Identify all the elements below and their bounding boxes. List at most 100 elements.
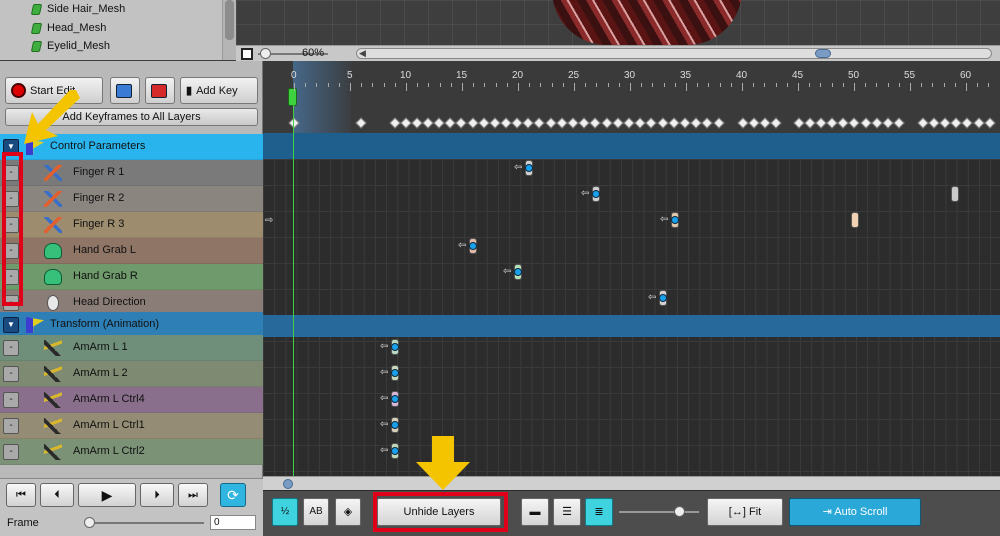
summary-keyframe[interactable] — [545, 117, 557, 129]
add-key-button[interactable]: ▮ Add Key — [180, 77, 258, 104]
summary-keyframe[interactable] — [759, 117, 771, 129]
last-frame-button[interactable]: ⏭ — [178, 483, 208, 507]
layer-row[interactable]: - Finger R 3 — [0, 212, 263, 238]
keyframe[interactable]: ⇦ — [648, 290, 667, 306]
summary-keyframe[interactable] — [355, 117, 367, 129]
timeline-zoom-slider[interactable] — [619, 511, 699, 513]
summary-keyframe[interactable] — [478, 117, 490, 129]
timeline-hscrollbar[interactable] — [263, 476, 1000, 490]
summary-keyframe[interactable] — [634, 117, 646, 129]
row-height-large-icon[interactable]: ≣ — [585, 498, 613, 526]
summary-keyframe[interactable] — [848, 117, 860, 129]
scrollbar-thumb[interactable] — [283, 479, 293, 489]
summary-keyframe[interactable] — [837, 117, 849, 129]
keyframe[interactable] — [951, 186, 959, 202]
summary-keyframe[interactable] — [928, 117, 940, 129]
keyframe[interactable]: ⇦ — [660, 212, 679, 228]
summary-keyframe[interactable] — [567, 117, 579, 129]
summary-keyframe[interactable] — [737, 117, 749, 129]
keyframe[interactable]: ⇦ — [581, 186, 600, 202]
keyframe[interactable]: ⇦ — [380, 391, 399, 407]
sort-alpha-icon[interactable]: AB — [303, 498, 329, 526]
frame-input[interactable]: 0 — [210, 515, 256, 530]
keyframe[interactable]: ⇦ — [458, 238, 477, 254]
summary-keyframe[interactable] — [623, 117, 635, 129]
row-height-medium-icon[interactable]: ☰ — [553, 498, 581, 526]
summary-keyframe[interactable] — [973, 117, 985, 129]
scrollbar-thumb[interactable] — [225, 0, 234, 40]
layer-row[interactable]: - AmArm L Ctrl1 — [0, 413, 263, 439]
summary-keyframe[interactable] — [433, 117, 445, 129]
summary-keyframe[interactable] — [467, 117, 479, 129]
keyframe[interactable]: ⇦ — [380, 417, 399, 433]
summary-keyframe[interactable] — [411, 117, 423, 129]
summary-keyframe[interactable] — [961, 117, 973, 129]
layer-row[interactable]: - AmArm L Ctrl4 — [0, 387, 263, 413]
next-frame-button[interactable]: ⏵ — [140, 483, 174, 507]
auto-scroll-button[interactable]: ⇥ Auto Scroll — [789, 498, 921, 526]
layer-visibility-toggle[interactable]: - — [3, 418, 19, 434]
layer-visibility-toggle[interactable]: - — [3, 444, 19, 460]
layer-row[interactable]: - AmArm L Ctrl2 — [0, 439, 263, 465]
summary-keyframe[interactable] — [601, 117, 613, 129]
layer-visibility-toggle[interactable]: - — [3, 340, 19, 356]
summary-keyframe[interactable] — [400, 117, 412, 129]
summary-keyframe[interactable] — [556, 117, 568, 129]
mesh-item[interactable]: Eyelid_Mesh — [30, 37, 110, 55]
summary-keyframe[interactable] — [511, 117, 523, 129]
layer-visibility-toggle[interactable]: - — [3, 392, 19, 408]
summary-keyframe[interactable] — [815, 117, 827, 129]
summary-keyframe[interactable] — [489, 117, 501, 129]
summary-keyframe[interactable] — [657, 117, 669, 129]
keyframe[interactable] — [851, 212, 859, 228]
summary-keyframe[interactable] — [389, 117, 401, 129]
keyframe[interactable]: ⇦ — [380, 339, 399, 355]
summary-keyframe[interactable] — [444, 117, 456, 129]
scrollbar-thumb[interactable] — [815, 49, 831, 58]
timeline-tracks[interactable]: ⇦ ⇦ ⇦ ⇦ ⇦ ⇦ ⇦ ⇦ ⇦ ⇦ ⇦ ⇨ — [263, 133, 1000, 476]
summary-keyframe[interactable] — [713, 117, 725, 129]
layer-row[interactable]: - Finger R 2 — [0, 186, 263, 212]
summary-keyframe[interactable] — [679, 117, 691, 129]
mesh-list-scrollbar[interactable] — [222, 0, 236, 60]
summary-keyframe[interactable] — [522, 117, 534, 129]
scene-viewport[interactable] — [236, 0, 1000, 45]
keyframe[interactable]: ⇦ — [380, 443, 399, 459]
zoom-slider-knob[interactable] — [260, 48, 271, 59]
layer-visibility-toggle[interactable]: - — [3, 366, 19, 382]
summary-keyframe[interactable] — [893, 117, 905, 129]
summary-keyframe[interactable] — [533, 117, 545, 129]
prev-frame-button[interactable]: ⏴ — [40, 483, 74, 507]
timeline-zoom-knob[interactable] — [674, 506, 685, 517]
timeline-ruler[interactable]: 0 5 10 15 20 25 30 35 40 45 50 55 60 — [263, 61, 1000, 133]
layer-row[interactable]: - Finger R 1 — [0, 160, 263, 186]
frame-slider-knob[interactable] — [84, 517, 95, 528]
summary-keyframe[interactable] — [984, 117, 996, 129]
summary-keyframe[interactable] — [612, 117, 624, 129]
layer-row[interactable]: - AmArm L 2 — [0, 361, 263, 387]
summary-keyframe[interactable] — [860, 117, 872, 129]
summary-keyframe[interactable] — [871, 117, 883, 129]
row-height-small-icon[interactable]: ▬ — [521, 498, 549, 526]
keyframe[interactable]: ⇦ — [503, 264, 522, 280]
lock-red-button[interactable] — [145, 77, 175, 104]
summary-keyframe[interactable] — [917, 117, 929, 129]
mesh-item[interactable]: Side Hair_Mesh — [30, 0, 125, 18]
keyframe[interactable]: ⇦ — [514, 160, 533, 176]
summary-keyframe[interactable] — [690, 117, 702, 129]
summary-keyframe[interactable] — [804, 117, 816, 129]
summary-keyframe[interactable] — [950, 117, 962, 129]
fit-button[interactable]: [↔] Fit — [707, 498, 783, 526]
scroll-left-icon[interactable]: ◀ — [359, 48, 366, 59]
summary-keyframe[interactable] — [645, 117, 657, 129]
mesh-item[interactable]: Head_Mesh — [30, 19, 106, 37]
loop-icon[interactable]: ⟳ — [220, 483, 246, 507]
summary-keyframe[interactable] — [793, 117, 805, 129]
keyframe[interactable]: ⇦ — [380, 365, 399, 381]
summary-keyframe[interactable] — [882, 117, 894, 129]
summary-keyframe[interactable] — [455, 117, 467, 129]
summary-keyframe[interactable] — [748, 117, 760, 129]
layers-icon[interactable]: ◈ — [335, 498, 361, 526]
collapse-icon[interactable]: ▼ — [3, 317, 19, 333]
frame-slider-track[interactable] — [86, 522, 204, 524]
